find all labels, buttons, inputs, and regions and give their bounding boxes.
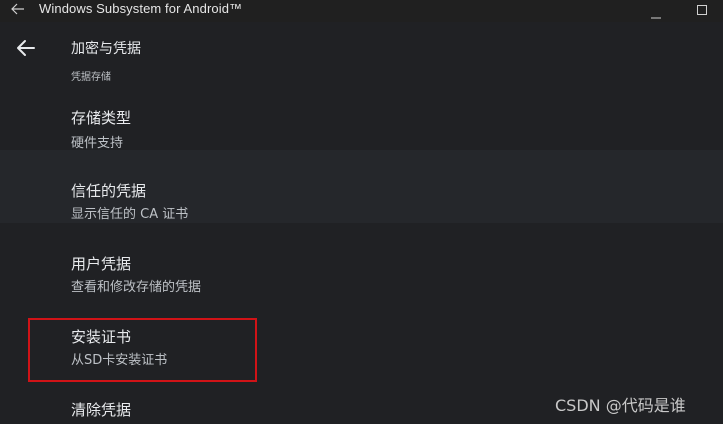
setting-subtitle: 查看和修改存储的凭据 <box>71 280 202 295</box>
setting-title: 用户凭据 <box>71 255 132 273</box>
back-arrow-icon[interactable] <box>14 36 38 60</box>
setting-trusted-credentials[interactable]: 信任的凭据 显示信任的 CA 证书 <box>0 150 723 223</box>
wsa-settings-window: Windows Subsystem for Android™ 加密与凭据 凭据存… <box>0 0 723 424</box>
setting-subtitle: 显示信任的 CA 证书 <box>71 207 189 222</box>
setting-storage-type[interactable]: 存储类型 硬件支持 <box>0 84 723 151</box>
setting-user-credentials[interactable]: 用户凭据 查看和修改存储的凭据 <box>0 223 723 301</box>
setting-title: 存储类型 <box>71 109 132 127</box>
page-title: 加密与凭据 <box>71 41 141 57</box>
highlight-annotation-box <box>28 318 257 382</box>
titlebar-back-icon[interactable] <box>8 0 28 18</box>
setting-title: 信任的凭据 <box>71 182 147 200</box>
setting-title: 清除凭据 <box>71 401 132 419</box>
watermark: CSDN @代码是谁 <box>555 396 686 415</box>
setting-subtitle: 硬件支持 <box>71 136 124 151</box>
title-bar: Windows Subsystem for Android™ <box>0 0 723 22</box>
window-title: Windows Subsystem for Android™ <box>39 1 243 16</box>
minimize-icon[interactable] <box>650 6 662 19</box>
section-header: 凭据存储 <box>71 72 111 83</box>
maximize-icon[interactable] <box>696 1 708 15</box>
